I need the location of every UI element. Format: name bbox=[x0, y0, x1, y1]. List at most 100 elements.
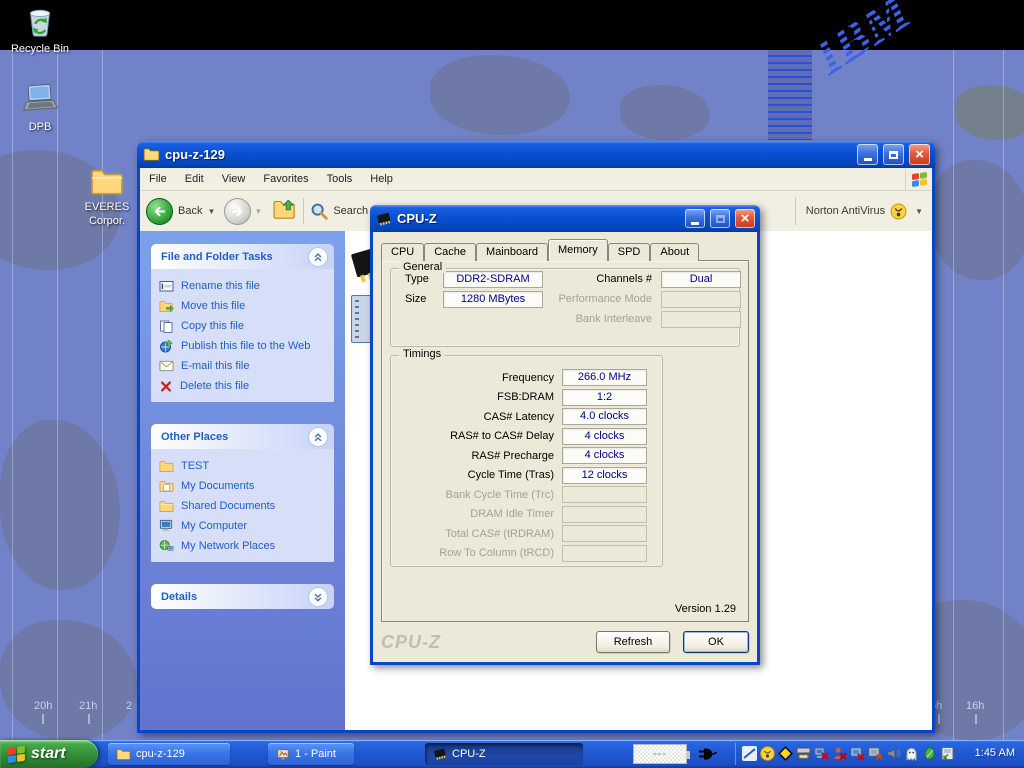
folder-icon bbox=[116, 748, 131, 761]
tab-cpu[interactable]: CPU bbox=[381, 243, 424, 261]
task-copy-this-file[interactable]: Copy this file bbox=[159, 316, 328, 336]
ghost-app-icon[interactable] bbox=[904, 746, 919, 761]
channels-field: Dual bbox=[661, 271, 741, 288]
other-places-header[interactable]: Other Places bbox=[151, 424, 334, 449]
search-button[interactable]: Search bbox=[310, 202, 368, 221]
task-delete-this-file[interactable]: Delete this file bbox=[159, 376, 328, 396]
laptop-icon bbox=[20, 82, 60, 116]
folder-icon bbox=[143, 147, 160, 162]
menu-file[interactable]: File bbox=[140, 169, 176, 190]
collapse-chevron-icon[interactable] bbox=[308, 247, 328, 267]
toolbar-separator bbox=[303, 198, 304, 224]
removable-media-icon[interactable] bbox=[940, 746, 955, 761]
performance-mode-label: Performance Mode bbox=[543, 293, 661, 305]
cpuz-titlebar[interactable]: CPU-Z × bbox=[370, 205, 760, 232]
norton-antivirus-icon[interactable] bbox=[760, 746, 775, 761]
place-my-documents[interactable]: My Documents bbox=[159, 476, 328, 496]
display-alert-icon[interactable] bbox=[868, 746, 883, 761]
place-shared-documents[interactable]: Shared Documents bbox=[159, 496, 328, 516]
cpuz-dialog-body: CPU Cache Mainboard Memory SPD About Gen… bbox=[370, 232, 760, 665]
details-header[interactable]: Details bbox=[151, 584, 334, 609]
details-title: Details bbox=[161, 591, 197, 603]
norton-dropdown-icon[interactable]: ▼ bbox=[915, 207, 923, 216]
system-utility-icon[interactable] bbox=[922, 746, 937, 761]
close-button[interactable]: × bbox=[735, 209, 755, 228]
place-my-computer[interactable]: My Computer bbox=[159, 516, 328, 536]
explorer-titlebar[interactable]: cpu-z-129 × bbox=[137, 141, 935, 168]
timezone-tick bbox=[938, 714, 940, 724]
print-spooler-icon[interactable] bbox=[796, 746, 811, 761]
menu-favorites[interactable]: Favorites bbox=[254, 169, 317, 190]
back-dropdown-icon[interactable]: ▼ bbox=[207, 207, 215, 216]
refresh-button[interactable]: Refresh bbox=[596, 631, 670, 653]
ac-plug-icon[interactable] bbox=[698, 746, 718, 767]
battery-meter[interactable]: --- bbox=[633, 744, 687, 764]
windows-flag-icon bbox=[8, 745, 25, 762]
tab-mainboard[interactable]: Mainboard bbox=[476, 243, 548, 261]
maximize-button-disabled bbox=[710, 209, 730, 228]
desktop-icon-recycle-bin[interactable]: Recycle Bin bbox=[2, 4, 78, 55]
task-email-this-file[interactable]: E-mail this file bbox=[159, 356, 328, 376]
publish-icon bbox=[159, 339, 174, 353]
place-test[interactable]: TEST bbox=[159, 456, 328, 476]
tab-cache[interactable]: Cache bbox=[424, 243, 476, 261]
fsb-dram-field: 1:2 bbox=[562, 389, 647, 406]
minimize-button[interactable] bbox=[857, 144, 878, 165]
close-button[interactable]: × bbox=[909, 144, 930, 165]
size-field: 1280 MBytes bbox=[443, 291, 543, 308]
taskbar-clock[interactable]: 1:45 AM bbox=[975, 747, 1015, 759]
size-label: Size bbox=[405, 293, 443, 305]
start-button[interactable]: start bbox=[0, 740, 98, 768]
timezone-tick bbox=[88, 714, 90, 724]
taskbar-button-paint[interactable]: 1 - Paint bbox=[268, 743, 354, 765]
volume-icon[interactable] bbox=[886, 746, 901, 761]
type-label: Type bbox=[405, 273, 443, 285]
desktop-icon-everes[interactable]: EVERES Corpor. bbox=[76, 168, 138, 227]
network-meter-icon[interactable] bbox=[742, 746, 757, 761]
back-button[interactable] bbox=[146, 198, 173, 225]
task-move-this-file[interactable]: Move this file bbox=[159, 296, 328, 316]
menu-edit[interactable]: Edit bbox=[176, 169, 213, 190]
details-pane: Details bbox=[151, 584, 334, 609]
timing-row-ras-precharge: RAS# Precharge 4 clocks bbox=[391, 446, 662, 466]
task-rename-this-file[interactable]: Rename this file bbox=[159, 276, 328, 296]
up-button[interactable] bbox=[273, 199, 297, 224]
map-shape bbox=[430, 55, 570, 135]
expand-chevron-icon[interactable] bbox=[308, 587, 328, 607]
tab-spd[interactable]: SPD bbox=[608, 243, 651, 261]
maximize-button[interactable] bbox=[883, 144, 904, 165]
forward-dropdown-icon[interactable]: ▼ bbox=[254, 207, 262, 216]
ok-button[interactable]: OK bbox=[683, 631, 749, 653]
memory-tab-page: General Type DDR2-SDRAM Channels # Dual … bbox=[381, 260, 749, 622]
frequency-field: 266.0 MHz bbox=[562, 369, 647, 386]
place-my-network-places[interactable]: My Network Places bbox=[159, 536, 328, 556]
collapse-chevron-icon[interactable] bbox=[308, 427, 328, 447]
network-disconnected-icon[interactable] bbox=[814, 746, 829, 761]
timezone-line bbox=[57, 50, 58, 740]
forward-button[interactable] bbox=[224, 198, 251, 225]
cpuz-window-title: CPU-Z bbox=[397, 211, 680, 226]
messenger-offline-icon[interactable] bbox=[832, 746, 847, 761]
minimize-button[interactable] bbox=[685, 209, 705, 228]
computer-alert-icon[interactable] bbox=[850, 746, 865, 761]
timing-row-bank-cycle-time: Bank Cycle Time (Trc) bbox=[391, 485, 662, 505]
menu-view[interactable]: View bbox=[213, 169, 255, 190]
tab-memory[interactable]: Memory bbox=[548, 239, 608, 261]
tab-about[interactable]: About bbox=[650, 243, 699, 261]
general-groupbox: General Type DDR2-SDRAM Channels # Dual … bbox=[390, 268, 740, 347]
mail-notification-icon[interactable] bbox=[778, 746, 793, 761]
menu-tools[interactable]: Tools bbox=[318, 169, 362, 190]
timing-row-cas-latency: CAS# Latency 4.0 clocks bbox=[391, 407, 662, 427]
file-tasks-header[interactable]: File and Folder Tasks bbox=[151, 244, 334, 269]
search-label: Search bbox=[333, 205, 368, 217]
taskbar-button-cpuz[interactable]: CPU-Z bbox=[425, 743, 583, 765]
desktop-icon-dpb[interactable]: DPB bbox=[2, 82, 78, 133]
menu-help[interactable]: Help bbox=[361, 169, 402, 190]
move-icon bbox=[159, 300, 174, 313]
performance-mode-field bbox=[661, 291, 741, 308]
taskbar-button-explorer[interactable]: cpu-z-129 bbox=[108, 743, 230, 765]
task-publish-this-file[interactable]: Publish this file to the Web bbox=[159, 336, 328, 356]
norton-antivirus-button[interactable]: Norton AntiVirus ▼ bbox=[795, 197, 926, 225]
map-shape bbox=[620, 85, 710, 140]
timezone-line bbox=[12, 50, 13, 740]
